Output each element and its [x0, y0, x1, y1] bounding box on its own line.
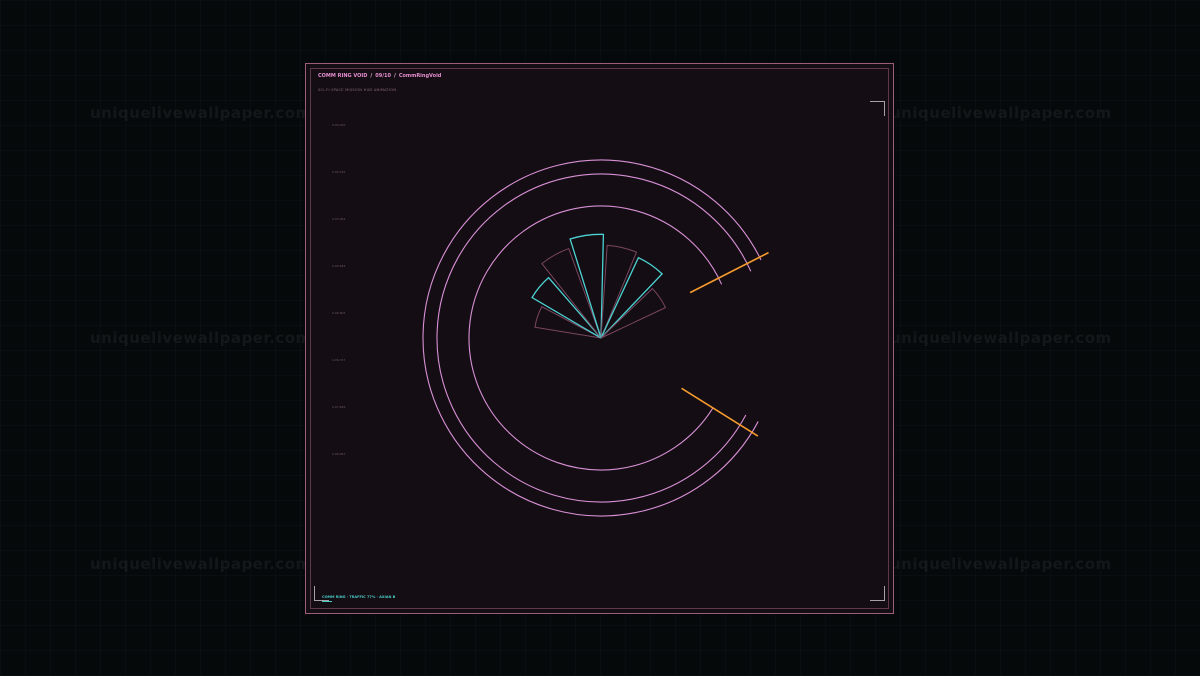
watermark: uniquelivewallpaper.com [90, 104, 312, 122]
signal-spoke [689, 251, 769, 294]
fan-sector [600, 256, 663, 339]
ring-arc [468, 205, 723, 471]
watermark: uniquelivewallpaper.com [890, 104, 1112, 122]
footer-underline [322, 601, 332, 602]
footer-status-label: COMM RING · TRAFFIC 77% · AXIAN B [322, 595, 396, 599]
ring-arc [436, 173, 752, 503]
watermark: uniquelivewallpaper.com [890, 329, 1112, 347]
fan-sector [541, 247, 602, 339]
fan-sector [600, 287, 667, 339]
watermark: uniquelivewallpaper.com [90, 329, 312, 347]
watermark: uniquelivewallpaper.com [890, 555, 1112, 573]
ring-arc [422, 159, 762, 517]
hud-card: COMM RING VOID/09/10/CommRingVoid SCI-FI… [305, 63, 894, 614]
watermark: uniquelivewallpaper.com [90, 555, 312, 573]
signal-spoke [681, 387, 759, 437]
comm-ring-graphic [422, 159, 769, 517]
